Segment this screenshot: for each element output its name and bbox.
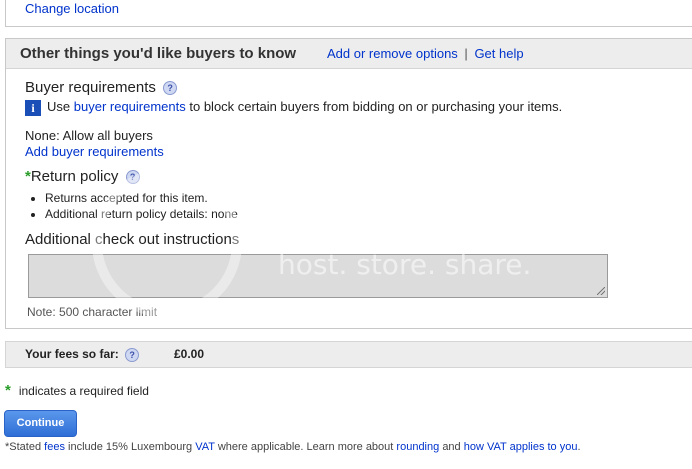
how-vat-applies-link[interactable]: how VAT applies to you bbox=[464, 441, 578, 453]
fees-label-text: Your fees so far: bbox=[25, 347, 119, 361]
help-icon[interactable]: ? bbox=[125, 347, 140, 362]
required-star: * bbox=[5, 382, 11, 399]
buyer-requirements-info: i Use buyer requirements to block certain… bbox=[25, 99, 562, 116]
change-location-link[interactable]: Change location bbox=[25, 1, 119, 16]
fees-amount: £0.00 bbox=[174, 347, 205, 361]
help-icon[interactable]: ? bbox=[125, 170, 140, 185]
fees-bar: Your fees so far: ? £0.00 bbox=[5, 341, 692, 368]
fees-footnote: *Stated fees include 15% Luxembourg VAT … bbox=[5, 441, 581, 453]
list-item: Additional return policy details: none bbox=[45, 206, 238, 222]
required-field-note: * indicates a required field bbox=[5, 382, 149, 399]
character-limit-note: Note: 500 character limit bbox=[27, 305, 158, 319]
get-help-link[interactable]: Get help bbox=[474, 46, 523, 61]
fees-link[interactable]: fees bbox=[44, 441, 65, 453]
link-separator: | bbox=[464, 46, 468, 61]
checkout-instructions-textarea[interactable] bbox=[28, 254, 608, 298]
required-note-text: indicates a required field bbox=[18, 384, 149, 398]
previous-section-panel: Change location bbox=[5, 0, 692, 27]
return-policy-title: Return policy bbox=[30, 168, 119, 185]
section-links: Add or remove options | Get help bbox=[327, 46, 524, 61]
continue-button[interactable]: Continue bbox=[4, 410, 77, 437]
info-prefix: Use bbox=[47, 99, 71, 114]
return-policy-heading: *Return policy ? bbox=[25, 168, 140, 185]
footnote-text: . bbox=[577, 441, 581, 453]
resize-grip-icon[interactable] bbox=[597, 287, 605, 295]
buyer-requirements-title: Buyer requirements bbox=[25, 79, 156, 96]
add-remove-options-link[interactable]: Add or remove options bbox=[327, 46, 458, 61]
buyer-requirements-heading: Buyer requirements ? bbox=[25, 79, 178, 96]
footnote-text: where applicable. Learn more about bbox=[217, 441, 394, 453]
footnote-text: *Stated bbox=[5, 441, 42, 453]
vat-link[interactable]: VAT bbox=[195, 441, 215, 453]
footnote-text: include 15% Luxembourg bbox=[68, 441, 193, 453]
help-icon[interactable]: ? bbox=[163, 81, 178, 96]
return-policy-list: Returns accepted for this item. Addition… bbox=[33, 190, 238, 222]
rounding-link[interactable]: rounding bbox=[396, 441, 439, 453]
section-title: Other things you'd like buyers to know bbox=[20, 45, 297, 62]
other-things-section: Other things you'd like buyers to know A… bbox=[5, 38, 692, 329]
checkout-instructions-title: Additional check out instructions bbox=[25, 231, 240, 248]
fees-label: Your fees so far: ? bbox=[25, 347, 140, 362]
footnote-text: and bbox=[442, 441, 461, 453]
list-item: Returns accepted for this item. bbox=[45, 190, 238, 206]
section-header: Other things you'd like buyers to know A… bbox=[6, 39, 692, 69]
buyer-requirements-status: None: Allow all buyers bbox=[25, 128, 153, 143]
buyer-requirements-link[interactable]: buyer requirements bbox=[74, 99, 186, 114]
info-icon: i bbox=[25, 99, 41, 116]
add-buyer-requirements-link[interactable]: Add buyer requirements bbox=[25, 144, 164, 159]
info-suffix: to block certain buyers from bidding on … bbox=[189, 99, 563, 114]
